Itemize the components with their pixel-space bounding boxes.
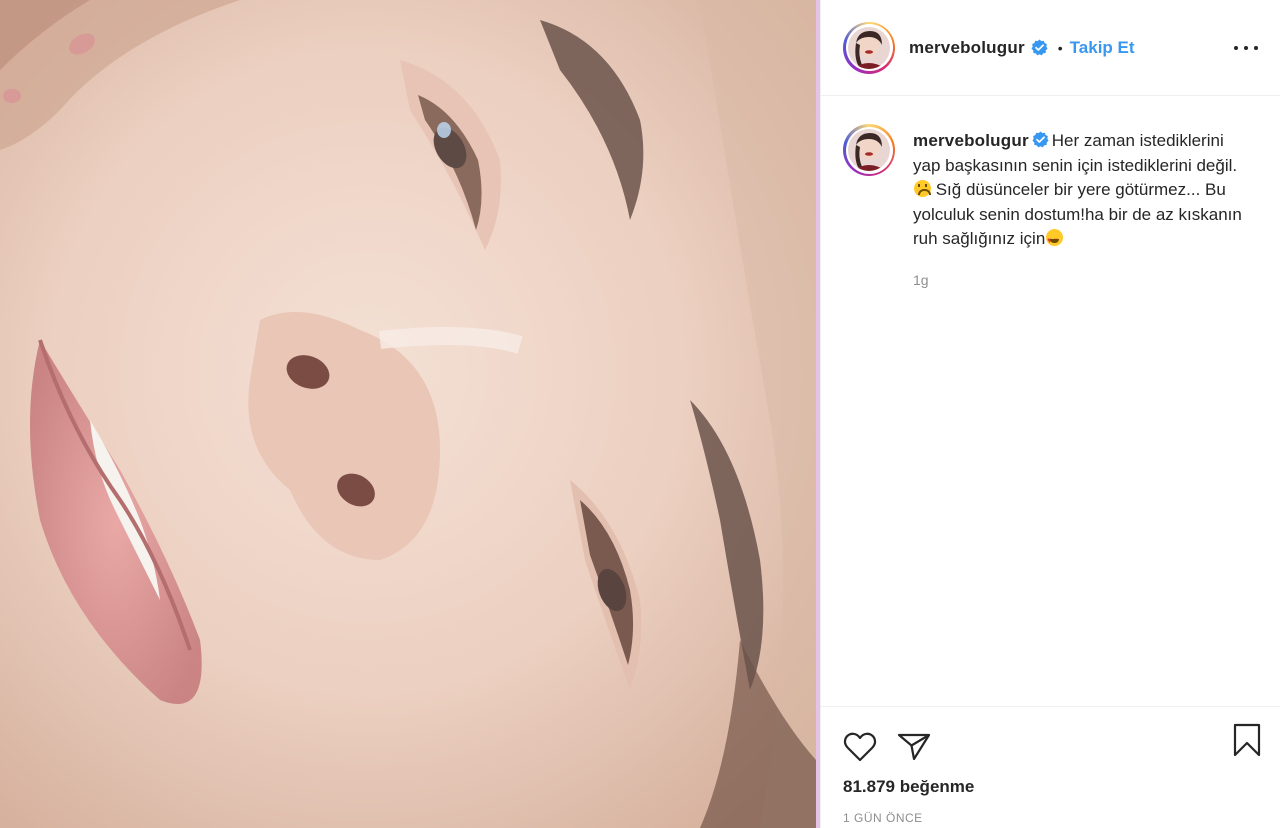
avatar-frame: [845, 24, 893, 71]
caption-username[interactable]: mervebolugur: [913, 131, 1029, 150]
follow-button[interactable]: Takip Et: [1070, 38, 1135, 58]
caption-text-part2: Sığ düsünceler bir yere götürmez... Bu y…: [913, 180, 1242, 249]
post-photo-art: [0, 0, 816, 828]
more-dot: [1234, 46, 1238, 50]
likes-count[interactable]: 81.879 beğenme: [843, 777, 1280, 797]
verified-badge-icon: [1031, 39, 1048, 56]
post-actions-area: 81.879 beğenme 1 GÜN ÖNCE: [821, 706, 1280, 828]
post-side-panel: mervebolugur • Takip Et mervebolugur Her…: [820, 0, 1280, 828]
post-photo[interactable]: [0, 0, 816, 828]
author-avatar[interactable]: [843, 21, 895, 74]
caption-relative-time[interactable]: 1g: [913, 268, 1253, 293]
post-timestamp: 1 GÜN ÖNCE: [843, 811, 923, 825]
avatar-image: [848, 26, 890, 69]
heart-icon[interactable]: [843, 732, 877, 762]
heart-eyes-emoji: [1046, 229, 1064, 254]
verified-badge-icon: [1032, 131, 1049, 148]
caption-author-avatar[interactable]: [843, 124, 895, 176]
avatar-image: [848, 129, 890, 171]
post-caption: mervebolugur Her zaman istediklerini yap…: [821, 96, 1280, 293]
more-options-icon[interactable]: [1234, 36, 1258, 60]
author-username[interactable]: mervebolugur: [909, 38, 1025, 58]
separator-dot: •: [1057, 39, 1063, 56]
send-icon[interactable]: [897, 732, 931, 762]
more-dot: [1254, 46, 1258, 50]
post-header: mervebolugur • Takip Et: [821, 0, 1280, 96]
instagram-post: mervebolugur • Takip Et mervebolugur Her…: [0, 0, 1280, 828]
bookmark-icon[interactable]: [1232, 723, 1262, 757]
action-bar: [821, 707, 1280, 769]
avatar-frame: [845, 126, 893, 174]
more-dot: [1244, 46, 1248, 50]
upside-down-face-emoji: [914, 180, 931, 198]
caption-body: mervebolugur Her zaman istediklerini yap…: [913, 124, 1253, 293]
